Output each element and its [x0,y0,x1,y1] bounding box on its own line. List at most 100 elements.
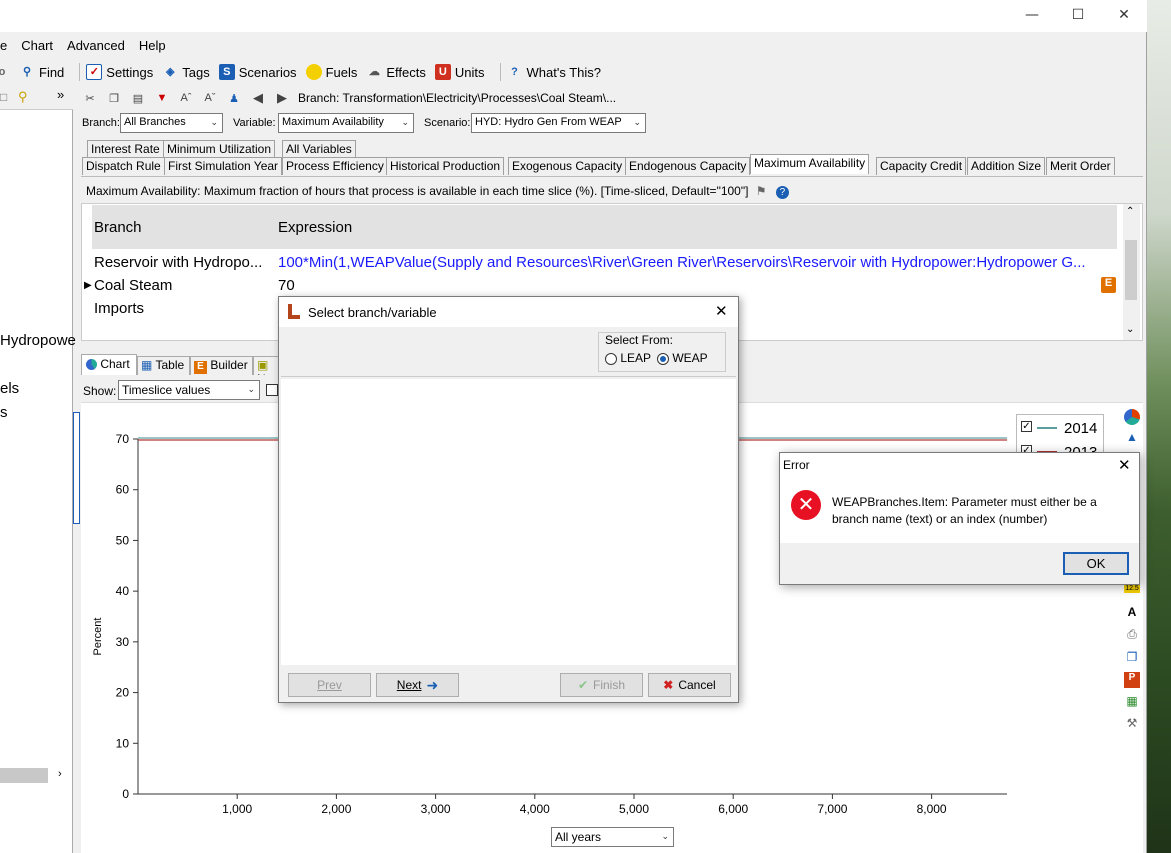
tab-endogenous-capacity[interactable]: Endogenous Capacity [625,157,751,175]
menu-advanced[interactable]: Advanced [67,38,125,53]
grid-scrollbar-thumb[interactable] [1125,240,1137,300]
tab-dispatch-rule[interactable]: Dispatch Rule [82,157,165,175]
tab-all-variables[interactable]: All Variables [282,140,356,158]
finish-button[interactable]: ✔ Finish [560,673,643,697]
save-icon[interactable]: ▦ [1124,694,1140,710]
overflow-chevron-icon[interactable]: » [57,87,64,102]
radio-leap[interactable]: LEAP [605,351,651,365]
tab-notes[interactable]: ▣ N [253,356,279,375]
variable-select[interactable]: Maximum Availability ⌄ [278,113,414,133]
minimize-button[interactable]: — [1009,0,1055,30]
radio-leap-label: LEAP [620,351,652,365]
column-header-expression[interactable]: Expression [278,219,352,236]
grid-expression-cell[interactable]: 100*Min(1,WEAPValue(Supply and Resources… [278,254,1116,271]
toolbar-item-partial[interactable]: o [0,64,10,80]
years-select[interactable]: All years ⌄ [551,827,674,847]
tab-capacity-credit[interactable]: Capacity Credit [876,157,967,175]
chart-axis-icon[interactable]: ▲ [1124,430,1140,446]
magnifier-icon: ⚲ [22,65,32,78]
copy-icon[interactable]: ❐ [106,90,122,106]
menu-edit[interactable]: e [0,38,7,53]
grid-branch-cell[interactable]: Imports [94,300,144,317]
x-tick-label: 5,000 [619,802,649,816]
scenario-select[interactable]: HYD: Hydro Gen From WEAP ⌄ [471,113,646,133]
scroll-down-arrow-icon[interactable]: ⌄ [1126,324,1134,335]
find-button[interactable]: ⚲ Find [19,64,64,80]
branch-list[interactable] [281,379,736,665]
branch-select[interactable]: All Branches ⌄ [120,113,223,133]
tab-historical-production[interactable]: Historical Production [386,157,505,175]
scroll-right-arrow-icon[interactable]: › [58,768,62,780]
splitter-handle[interactable] [73,412,80,524]
expression-builder-icon[interactable]: E [1101,277,1116,293]
settings-button[interactable]: ✓ Settings [86,64,153,80]
link-icon[interactable]: ⚑ [756,184,767,198]
grid-branch-cell[interactable]: Coal Steam [94,277,172,294]
paste-icon[interactable]: ▤ [130,90,146,106]
tab-maximum-availability[interactable]: Maximum Availability [750,154,870,174]
ok-button[interactable]: OK [1063,552,1129,575]
tree-item-effects[interactable]: s [0,404,8,421]
tab-addition-size[interactable]: Addition Size [967,157,1046,175]
users-icon[interactable]: ♟ [226,90,242,106]
copy-chart-icon[interactable]: ❐ [1124,650,1140,666]
tab-notes-label: N [257,372,266,375]
print-icon[interactable]: ⎙ [1124,627,1140,643]
column-header-branch[interactable]: Branch [94,219,142,236]
tab-merit-order[interactable]: Merit Order [1046,157,1115,175]
tab-builder[interactable]: E Builder [190,356,253,375]
scroll-up-arrow-icon[interactable]: ⌃ [1126,206,1134,217]
back-arrow-icon[interactable]: ◀ [250,90,266,106]
fuels-button[interactable]: Fuels [305,64,357,80]
finish-label: Finish [593,678,626,692]
legend-checkbox-2014[interactable]: ✓ [1021,421,1032,432]
units-label: Units [454,64,485,80]
tab-interest-rate[interactable]: Interest Rate [87,140,164,158]
tab-chart[interactable]: Chart [81,354,137,375]
units-button[interactable]: U Units [434,64,485,80]
wrench-icon[interactable]: ⚒ [1124,716,1140,732]
tab-exogenous-capacity[interactable]: Exogenous Capacity [508,157,627,175]
grid-branch-cell[interactable]: Reservoir with Hydropo... [94,254,262,271]
grid-expression-cell[interactable]: 70 [278,277,295,294]
number-format-icon[interactable]: 12.5 [1124,584,1140,593]
font-larger-icon[interactable]: Aˆ [178,90,194,106]
tree-item-hydropower[interactable]: Hydropowe [0,332,76,349]
scenarios-button[interactable]: S Scenarios [218,64,297,80]
chart-type-icon[interactable] [1124,409,1140,425]
whats-this-button[interactable]: ? What's This? [507,64,601,80]
next-button[interactable]: Next ➜ [376,673,459,697]
tree-item-fuels[interactable]: els [0,380,19,397]
cut-icon[interactable]: ✂ [82,90,98,106]
tab-first-simulation-year[interactable]: First Simulation Year [164,157,283,175]
lock-icon[interactable]: ⚲ [18,89,28,105]
tags-button[interactable]: ◈ Tags [162,64,210,80]
font-smaller-icon[interactable]: Aˇ [202,90,218,106]
effects-button[interactable]: ☁ Effects [366,64,426,80]
tab-process-efficiency[interactable]: Process Efficiency [282,157,388,175]
error-close-icon[interactable]: ✕ [1118,456,1131,474]
menu-chart[interactable]: Chart [21,38,53,53]
forward-arrow-icon[interactable]: ▶ [274,90,290,106]
pie-chart-icon [86,359,97,371]
select-from-label: Select From: [605,333,674,347]
horizontal-scrollbar-thumb[interactable] [0,768,48,783]
import-icon[interactable]: ▼ [154,90,170,106]
maximize-button[interactable]: ☐ [1055,0,1101,30]
prev-button[interactable]: Prev [288,673,371,697]
font-icon[interactable]: A [1124,605,1140,621]
notes-icon: ▣ [257,358,269,372]
close-window-button[interactable]: ✕ [1101,0,1147,30]
chart-option-checkbox[interactable] [266,384,278,396]
radio-weap[interactable]: WEAP [657,351,708,365]
tab-minimum-utilization[interactable]: Minimum Utilization [163,140,276,158]
dialog-close-icon[interactable]: ✕ [715,302,728,320]
menu-help[interactable]: Help [139,38,166,53]
help-icon[interactable]: ? [775,186,789,199]
powerpoint-icon[interactable]: P [1124,672,1140,688]
branch-select-value: All Branches [124,116,186,128]
tree-tool-icon[interactable]: □ [0,90,7,104]
show-select[interactable]: Timeslice values ⌄ [118,380,260,400]
tab-table[interactable]: ▦ Table [137,356,190,375]
cancel-button[interactable]: ✖ Cancel [648,673,731,697]
